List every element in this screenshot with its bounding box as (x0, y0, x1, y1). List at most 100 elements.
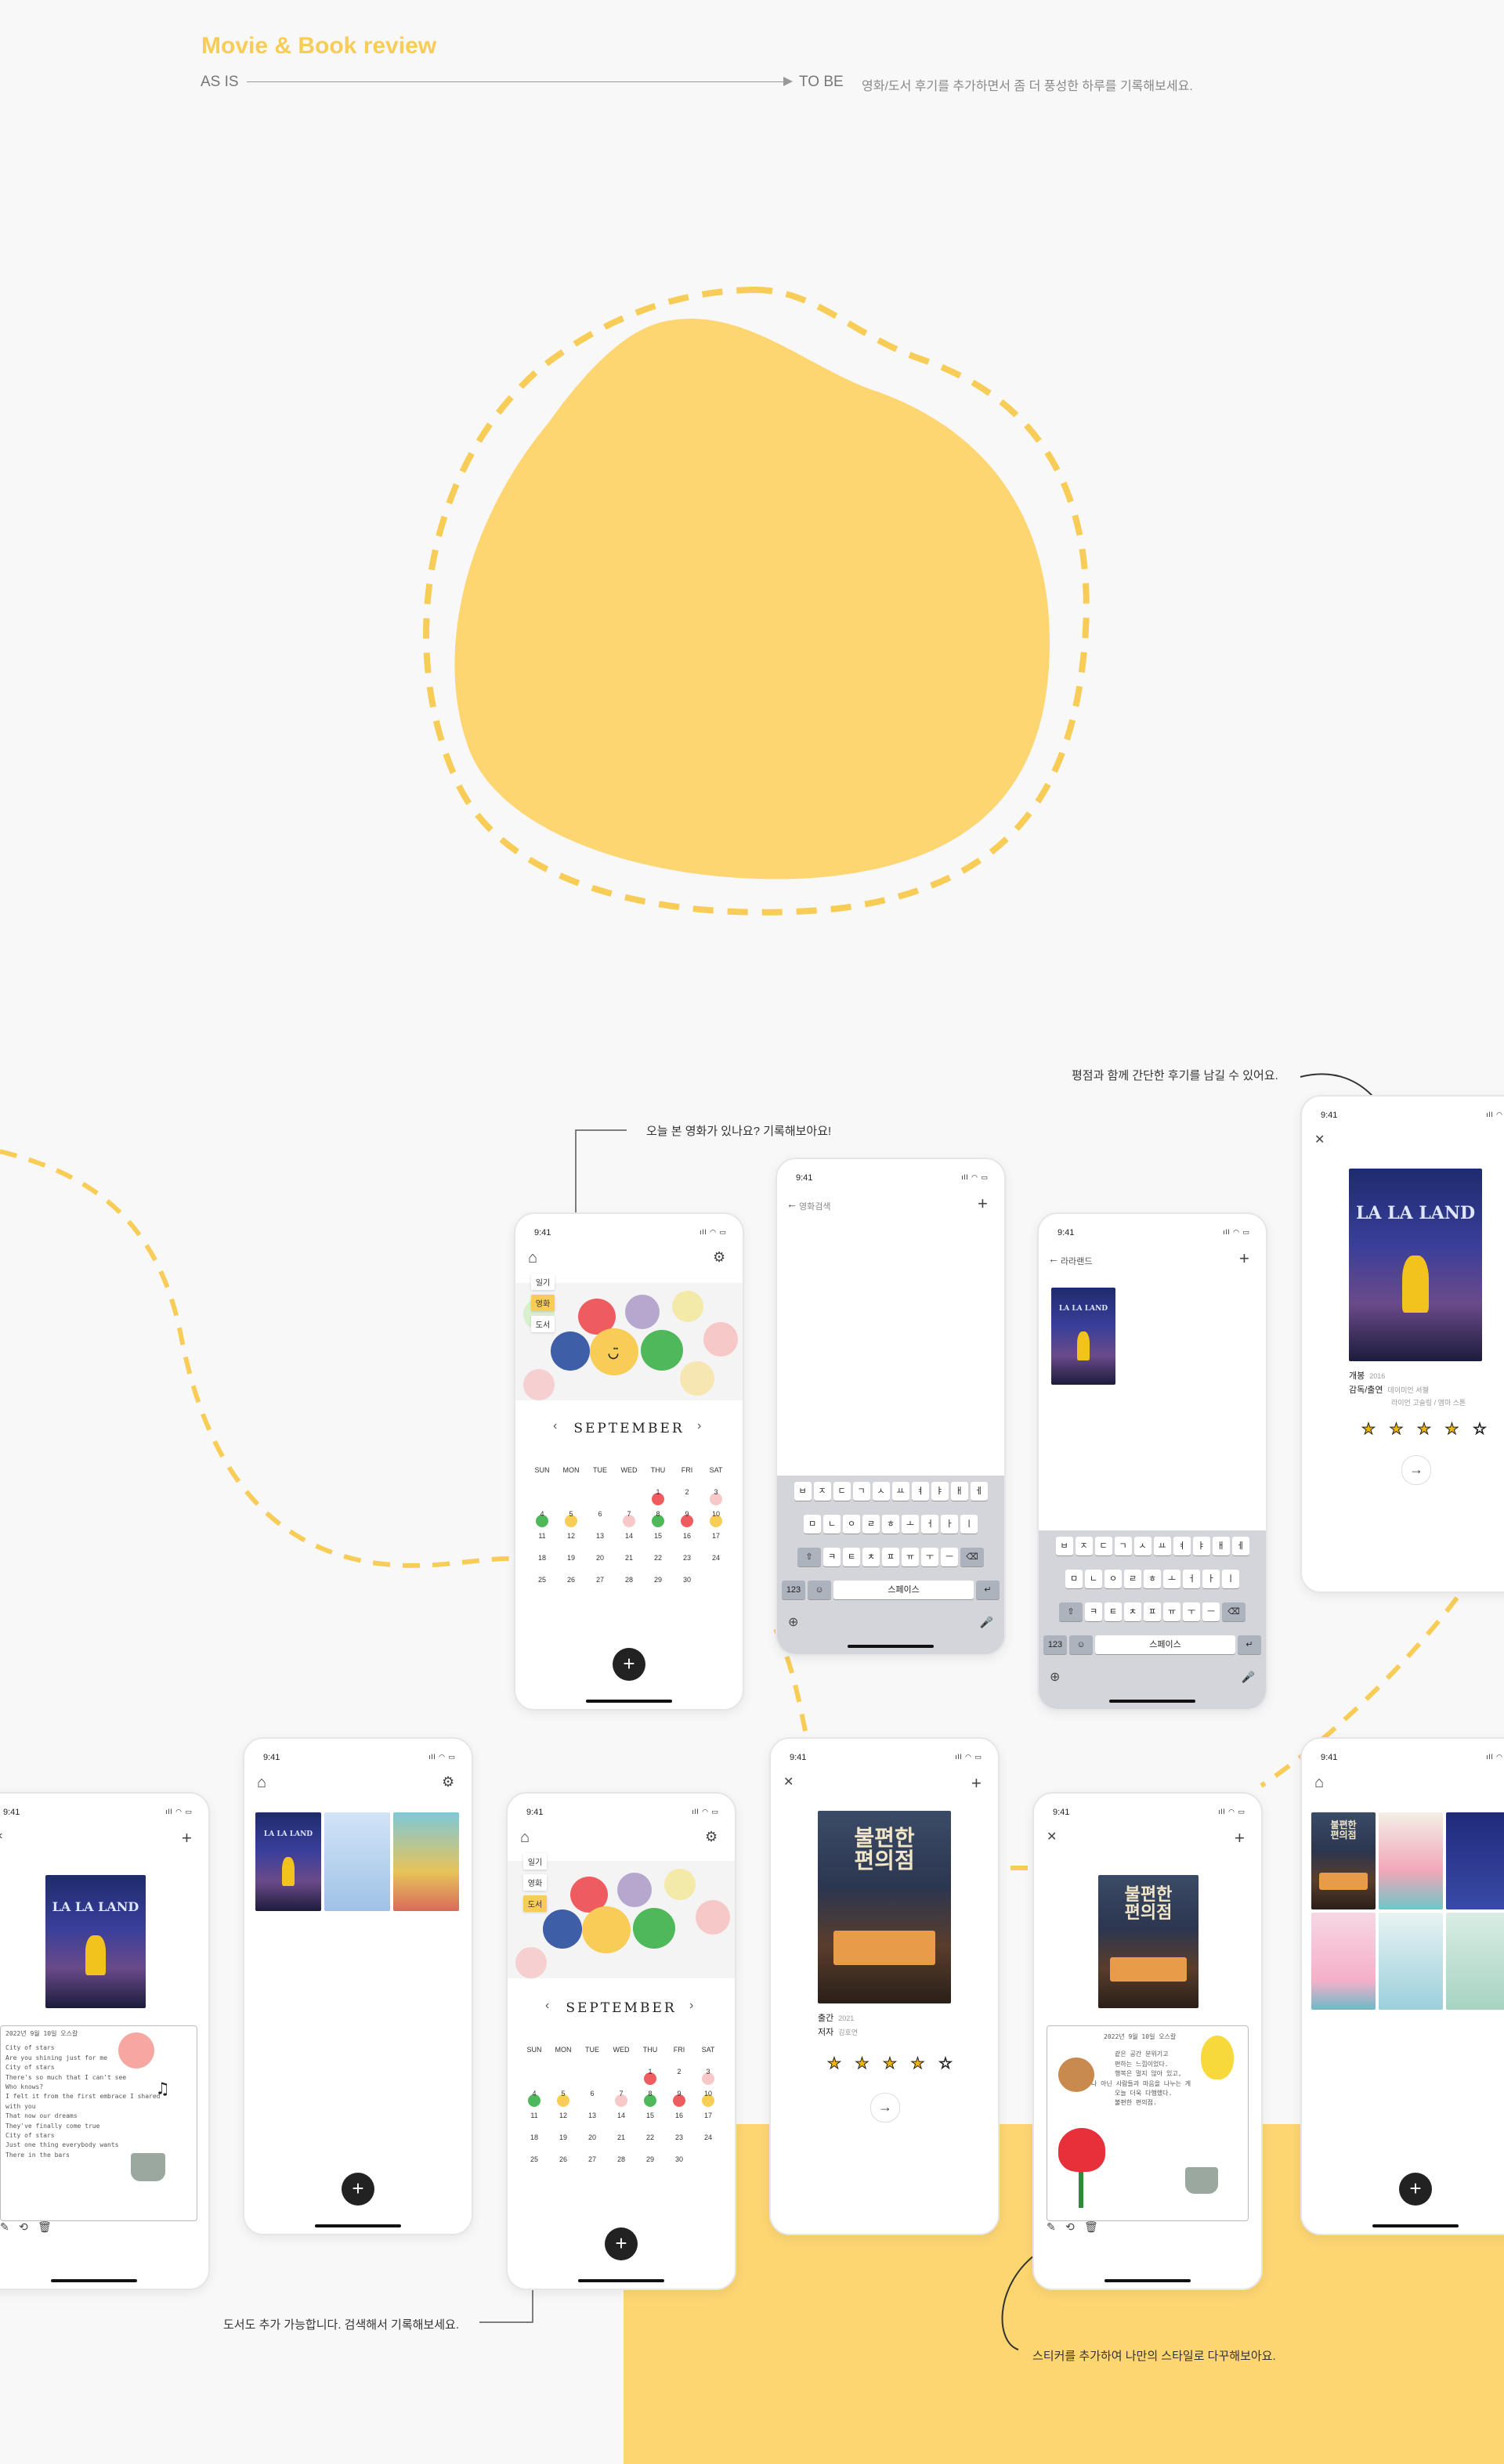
add-entry-button[interactable]: + (1399, 2173, 1432, 2206)
calendar-day[interactable]: 13 (581, 2112, 603, 2119)
tab-diary[interactable]: 일기 (531, 1274, 555, 1290)
heart-flower-sticker[interactable] (1058, 2128, 1105, 2172)
bear-sticker[interactable] (1058, 2058, 1094, 2092)
book-cover-item[interactable] (1379, 1913, 1443, 2010)
key[interactable]: ㅎ (882, 1515, 899, 1534)
emoji-key[interactable]: ☺ (1069, 1635, 1093, 1654)
add-icon[interactable]: + (182, 1830, 192, 1847)
calendar-day[interactable]: 15 (647, 1532, 669, 1540)
key[interactable]: ㅊ (1124, 1602, 1141, 1621)
home-icon[interactable]: ⌂ (257, 1775, 266, 1790)
key[interactable]: ㄹ (862, 1515, 880, 1534)
key[interactable]: ㅍ (1144, 1602, 1161, 1621)
calendar-day[interactable]: 22 (647, 1554, 669, 1562)
key[interactable]: ㅜ (921, 1548, 938, 1566)
edit-icon[interactable]: ✎ (1047, 2221, 1056, 2232)
key[interactable]: ㅗ (902, 1515, 919, 1534)
calendar-day[interactable]: 8 (639, 2090, 661, 2107)
key[interactable]: ㅔ (970, 1482, 988, 1501)
key[interactable]: ㄷ (833, 1482, 851, 1501)
diary-note[interactable]: 2022년 9월 10일 오스칼 City of stars Are you s… (0, 2025, 197, 2221)
globe-icon[interactable]: ⊕ (1050, 1671, 1060, 1684)
calendar-day[interactable]: 10 (705, 1510, 727, 1527)
key[interactable]: ㅂ (794, 1482, 812, 1501)
add-entry-button[interactable]: + (605, 2227, 638, 2260)
back-icon[interactable]: ← (1048, 1253, 1059, 1264)
calendar-day[interactable]: 9 (668, 2090, 690, 2107)
calendar-day[interactable]: 16 (676, 1532, 698, 1540)
calendar-day[interactable] (705, 1576, 727, 1584)
key[interactable]: ㅍ (882, 1548, 899, 1566)
filter-icon[interactable]: ⚙ (713, 1250, 725, 1264)
key[interactable]: ㄴ (1085, 1570, 1102, 1588)
calendar-day[interactable]: 8 (647, 1510, 669, 1527)
calendar-day[interactable] (552, 2068, 574, 2076)
delete-key[interactable]: ⌫ (1222, 1602, 1246, 1621)
shift-key[interactable]: ⇧ (797, 1548, 821, 1566)
key[interactable]: ㅈ (1075, 1537, 1093, 1555)
rating-stars[interactable]: ★ ★ ★ ★ ☆ (827, 2054, 957, 2073)
calendar-day[interactable]: 23 (668, 2133, 690, 2141)
calendar-day[interactable]: 29 (647, 1576, 669, 1584)
rating-stars[interactable]: ★ ★ ★ ★ ☆ (1361, 1419, 1491, 1439)
back-icon[interactable]: ‹ (0, 1830, 2, 1842)
delete-key[interactable]: ⌫ (960, 1548, 984, 1566)
number-key[interactable]: 123 (782, 1581, 805, 1599)
calendar-day[interactable]: 18 (523, 2133, 545, 2141)
calendar-day[interactable]: 6 (589, 1510, 611, 1518)
calendar-day[interactable]: 25 (531, 1576, 553, 1584)
add-icon[interactable]: + (971, 1775, 982, 1792)
calendar-day[interactable]: 19 (552, 2133, 574, 2141)
calendar-day[interactable] (618, 1488, 640, 1496)
space-key[interactable]: 스페이스 (1095, 1635, 1235, 1654)
shift-key[interactable]: ⇧ (1059, 1602, 1083, 1621)
calendar-day[interactable]: 6 (581, 2090, 603, 2097)
key[interactable]: ㅋ (1085, 1602, 1102, 1621)
calendar-day[interactable]: 19 (560, 1554, 582, 1562)
calendar-day[interactable]: 20 (589, 1554, 611, 1562)
calendar-day[interactable]: 23 (676, 1554, 698, 1562)
book-cover-item[interactable]: 불편한 편의점 (1311, 1812, 1376, 1909)
calendar-day[interactable]: 3 (697, 2068, 719, 2085)
calendar-day[interactable]: 24 (705, 1554, 727, 1562)
book-cover-item[interactable] (1379, 1812, 1443, 1909)
trash-icon[interactable]: 🗑 (38, 2221, 52, 2232)
next-arrow-button[interactable]: → (870, 2093, 900, 2123)
calendar-day[interactable]: 5 (560, 1510, 582, 1527)
calendar-day[interactable] (531, 1488, 553, 1496)
key[interactable]: ㅇ (1104, 1570, 1122, 1588)
key[interactable]: ㅂ (1055, 1537, 1073, 1555)
key[interactable]: ㅓ (1183, 1570, 1200, 1588)
movie-poster-thumbnail[interactable]: LA LA LAND (1051, 1288, 1115, 1385)
calendar-day[interactable]: 12 (552, 2112, 574, 2119)
back-icon[interactable]: ← (786, 1198, 797, 1209)
calendar-day[interactable]: 16 (668, 2112, 690, 2119)
add-entry-button[interactable]: + (342, 2173, 374, 2206)
calendar-day[interactable] (610, 2068, 632, 2076)
key[interactable]: ㄴ (823, 1515, 841, 1534)
calendar-day[interactable] (560, 1488, 582, 1496)
search-input[interactable]: 라라랜드 (1061, 1255, 1092, 1267)
calendar-day[interactable]: 7 (618, 1510, 640, 1527)
key[interactable]: ㅏ (1202, 1570, 1220, 1588)
add-entry-button[interactable]: + (613, 1648, 645, 1681)
key[interactable]: ㅁ (804, 1515, 821, 1534)
tab-movie[interactable]: 영화 (531, 1295, 555, 1311)
movie-poster-item[interactable] (324, 1812, 390, 1911)
calendar-day[interactable] (523, 2068, 545, 2076)
key[interactable]: ㅕ (1173, 1537, 1191, 1555)
calendar-day[interactable]: 22 (639, 2133, 661, 2141)
calendar-day[interactable]: 3 (705, 1488, 727, 1505)
search-input[interactable]: 영화검색 (799, 1200, 830, 1212)
calendar-day[interactable] (697, 2155, 719, 2163)
key[interactable]: ㅣ (1222, 1570, 1239, 1588)
calendar-day[interactable]: 18 (531, 1554, 553, 1562)
calendar-day[interactable]: 30 (676, 1576, 698, 1584)
share-icon[interactable]: ⟲ (19, 2221, 28, 2232)
key[interactable]: ㅡ (941, 1548, 958, 1566)
face-sticker[interactable] (118, 2032, 154, 2068)
next-arrow-button[interactable]: → (1401, 1455, 1431, 1485)
calendar-day[interactable]: 30 (668, 2155, 690, 2163)
book-cover-item[interactable] (1446, 1812, 1504, 1909)
calendar-day[interactable]: 4 (531, 1510, 553, 1527)
